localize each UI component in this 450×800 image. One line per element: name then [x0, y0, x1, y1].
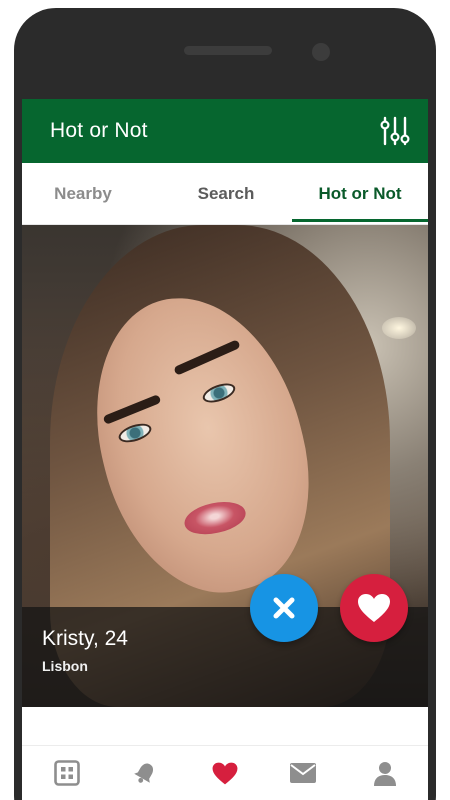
phone-speaker	[184, 46, 272, 55]
filter-button[interactable]	[376, 113, 414, 149]
tab-hot-or-not[interactable]: Hot or Not	[292, 163, 428, 225]
user-icon	[374, 762, 396, 786]
close-icon	[273, 597, 295, 619]
nav-hot-or-not[interactable]	[210, 758, 240, 788]
app-screen: Hot or Not Nearby Search Hot or Not Kris…	[22, 99, 428, 800]
bell-icon	[134, 763, 154, 783]
nav-messages[interactable]	[288, 758, 318, 788]
dislike-button[interactable]	[250, 574, 318, 642]
app-bar: Hot or Not	[22, 99, 428, 163]
nav-notifications[interactable]	[130, 758, 160, 788]
tab-bar: Nearby Search Hot or Not	[22, 163, 428, 225]
sliders-icon	[380, 116, 410, 146]
like-button[interactable]	[340, 574, 408, 642]
app-title: Hot or Not	[50, 119, 148, 142]
tab-nearby[interactable]: Nearby	[22, 163, 144, 225]
profile-city: Lisbon	[42, 658, 88, 674]
heart-icon	[358, 594, 390, 622]
phone-camera	[312, 43, 330, 61]
tab-search[interactable]: Search	[158, 163, 294, 225]
heart-icon	[212, 762, 238, 784]
ceiling-light	[382, 317, 416, 339]
mail-icon	[290, 763, 316, 783]
nav-profile[interactable]	[370, 758, 400, 788]
bottom-navigation	[22, 745, 428, 800]
active-tab-indicator	[292, 219, 428, 222]
nav-encounters[interactable]	[52, 758, 82, 788]
profile-name-age: Kristy, 24	[42, 627, 128, 650]
grid-icon	[54, 760, 80, 786]
